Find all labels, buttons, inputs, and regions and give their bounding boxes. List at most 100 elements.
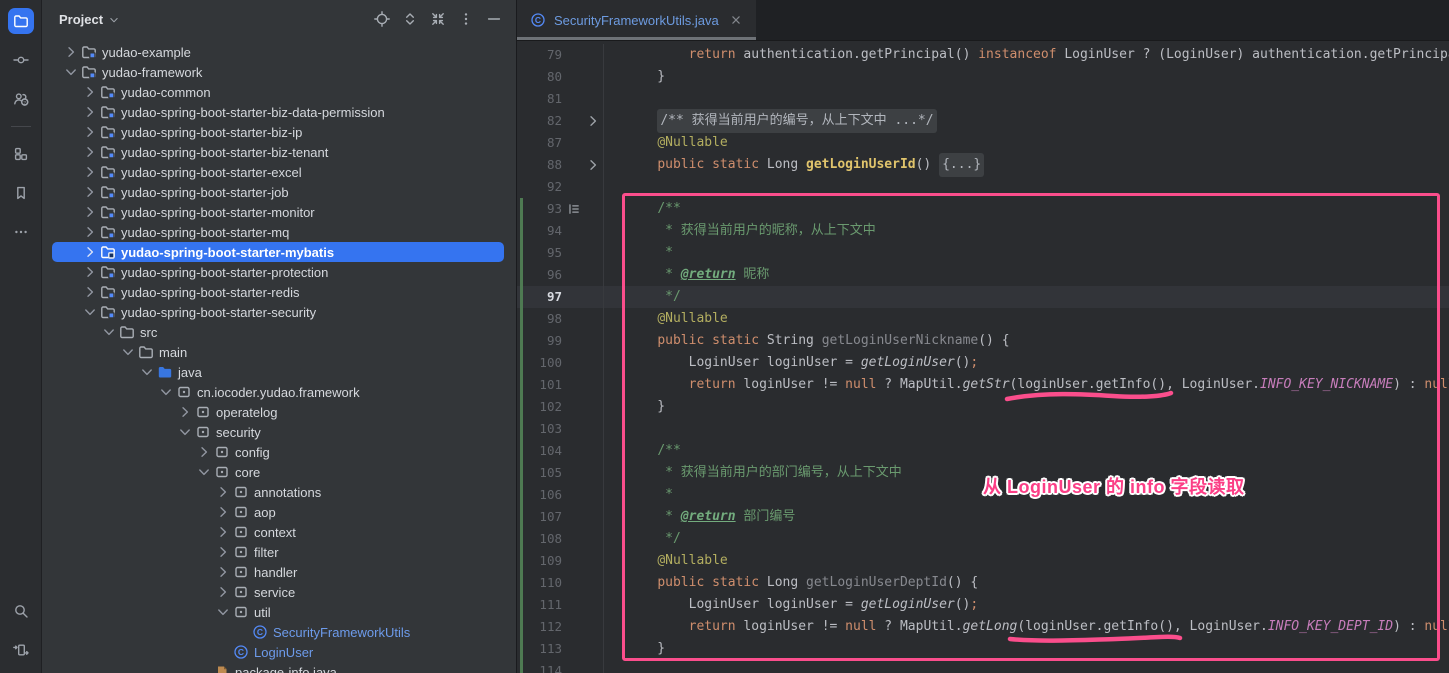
code-line-100[interactable]: 100 LoginUser loginUser = getLoginUser()… xyxy=(517,352,1449,374)
fold-collapsed-icon[interactable] xyxy=(585,113,601,129)
line-number[interactable]: 81 xyxy=(525,88,562,110)
chevron-down-icon[interactable] xyxy=(119,344,137,360)
line-number[interactable]: 79 xyxy=(525,44,562,66)
tool-window-button[interactable] xyxy=(8,637,34,663)
chevron-down-icon[interactable] xyxy=(62,64,80,80)
chevron-right-icon[interactable] xyxy=(81,224,99,240)
line-number[interactable]: 106 xyxy=(525,484,562,506)
code-line-81[interactable]: 81 xyxy=(517,88,1449,110)
code-line-107[interactable]: 107 * @return 部门编号 xyxy=(517,506,1449,528)
gutter-list-icon[interactable] xyxy=(562,202,585,216)
locate-file-icon[interactable] xyxy=(370,7,394,31)
code-line-94[interactable]: 94 * 获得当前用户的昵称，从上下文中 xyxy=(517,220,1449,242)
chevron-right-icon[interactable] xyxy=(81,144,99,160)
tree-item-yudao-spring-boot-starter-biz-tenant[interactable]: yudao-spring-boot-starter-biz-tenant xyxy=(42,142,516,162)
tree-item-yudao-framework[interactable]: yudao-framework xyxy=(42,62,516,82)
line-number[interactable]: 105 xyxy=(525,462,562,484)
line-number[interactable]: 111 xyxy=(525,594,562,616)
chevron-right-icon[interactable] xyxy=(81,284,99,300)
chevron-down-icon[interactable] xyxy=(157,384,175,400)
line-number[interactable]: 80 xyxy=(525,66,562,88)
chevron-down-icon[interactable] xyxy=(195,464,213,480)
chevron-down-icon[interactable] xyxy=(138,364,156,380)
code-line-97[interactable]: 97 */ xyxy=(517,286,1449,308)
tree-item-aop[interactable]: aop xyxy=(42,502,516,522)
code-line-93[interactable]: 93 /** xyxy=(517,198,1449,220)
chevron-right-icon[interactable] xyxy=(81,184,99,200)
search-button[interactable] xyxy=(8,598,34,624)
chevron-right-icon[interactable] xyxy=(214,544,232,560)
commit-button[interactable] xyxy=(8,47,34,73)
chevron-right-icon[interactable] xyxy=(81,84,99,100)
tree-item-yudao-spring-boot-starter-redis[interactable]: yudao-spring-boot-starter-redis xyxy=(42,282,516,302)
code-line-87[interactable]: 87 @Nullable xyxy=(517,132,1449,154)
code-line-113[interactable]: 113 } xyxy=(517,638,1449,660)
fold-collapsed-icon[interactable] xyxy=(585,157,601,173)
chevron-right-icon[interactable] xyxy=(214,524,232,540)
tree-item-securityframeworkutils[interactable]: CSecurityFrameworkUtils xyxy=(42,622,516,642)
code-editor[interactable]: 79 return authentication.getPrincipal() … xyxy=(517,41,1449,673)
tree-item-yudao-common[interactable]: yudao-common xyxy=(42,82,516,102)
tree-item-loginuser[interactable]: CLoginUser xyxy=(42,642,516,662)
tree-item-yudao-spring-boot-starter-security[interactable]: yudao-spring-boot-starter-security xyxy=(42,302,516,322)
tree-item-security[interactable]: security xyxy=(42,422,516,442)
line-number[interactable]: 98 xyxy=(525,308,562,330)
more-tool-windows-button[interactable] xyxy=(8,219,34,245)
chevron-right-icon[interactable] xyxy=(81,204,99,220)
chevron-down-icon[interactable] xyxy=(214,604,232,620)
line-number[interactable]: 94 xyxy=(525,220,562,242)
line-number[interactable]: 114 xyxy=(525,660,562,673)
tree-item-package-info-java[interactable]: package-info.java xyxy=(42,662,516,673)
tree-item-operatelog[interactable]: operatelog xyxy=(42,402,516,422)
tree-item-yudao-spring-boot-starter-mybatis[interactable]: yudao-spring-boot-starter-mybatis xyxy=(42,242,516,262)
tree-item-handler[interactable]: handler xyxy=(42,562,516,582)
project-button[interactable] xyxy=(8,8,34,34)
chevron-right-icon[interactable] xyxy=(214,564,232,580)
code-line-92[interactable]: 92 xyxy=(517,176,1449,198)
line-number[interactable]: 109 xyxy=(525,550,562,572)
line-number[interactable]: 96 xyxy=(525,264,562,286)
chevron-down-icon[interactable] xyxy=(100,324,118,340)
chevron-down-icon[interactable] xyxy=(108,14,120,26)
tree-item-context[interactable]: context xyxy=(42,522,516,542)
chevron-right-icon[interactable] xyxy=(81,124,99,140)
editor-tab-active[interactable]: C SecurityFrameworkUtils.java xyxy=(517,0,756,40)
code-line-104[interactable]: 104 /** xyxy=(517,440,1449,462)
code-line-102[interactable]: 102 } xyxy=(517,396,1449,418)
chevron-down-icon[interactable] xyxy=(176,424,194,440)
code-line-79[interactable]: 79 return authentication.getPrincipal() … xyxy=(517,44,1449,66)
project-panel-title[interactable]: Project xyxy=(59,12,103,27)
chevron-right-icon[interactable] xyxy=(62,44,80,60)
close-tab-icon[interactable] xyxy=(729,13,743,27)
code-line-110[interactable]: 110 public static Long getLoginUserDeptI… xyxy=(517,572,1449,594)
expand-all-icon[interactable] xyxy=(398,7,422,31)
tree-item-yudao-spring-boot-starter-biz-ip[interactable]: yudao-spring-boot-starter-biz-ip xyxy=(42,122,516,142)
tree-item-service[interactable]: service xyxy=(42,582,516,602)
code-line-82[interactable]: 82 /** 获得当前用户的编号，从上下文中 ...*/ xyxy=(517,110,1449,132)
tree-item-config[interactable]: config xyxy=(42,442,516,462)
code-line-80[interactable]: 80 } xyxy=(517,66,1449,88)
chevron-right-icon[interactable] xyxy=(195,444,213,460)
tree-item-util[interactable]: util xyxy=(42,602,516,622)
tree-item-java[interactable]: java xyxy=(42,362,516,382)
tree-item-yudao-spring-boot-starter-biz-data-permission[interactable]: yudao-spring-boot-starter-biz-data-permi… xyxy=(42,102,516,122)
line-number[interactable]: 107 xyxy=(525,506,562,528)
code-line-108[interactable]: 108 */ xyxy=(517,528,1449,550)
code-line-88[interactable]: 88 public static Long getLoginUserId() {… xyxy=(517,154,1449,176)
line-number[interactable]: 104 xyxy=(525,440,562,462)
tree-item-yudao-spring-boot-starter-mq[interactable]: yudao-spring-boot-starter-mq xyxy=(42,222,516,242)
tree-item-filter[interactable]: filter xyxy=(42,542,516,562)
line-number[interactable]: 103 xyxy=(525,418,562,440)
code-line-99[interactable]: 99 public static String getLoginUserNick… xyxy=(517,330,1449,352)
code-line-111[interactable]: 111 LoginUser loginUser = getLoginUser()… xyxy=(517,594,1449,616)
more-options-icon[interactable] xyxy=(454,7,478,31)
line-number[interactable]: 92 xyxy=(525,176,562,198)
line-number[interactable]: 88 xyxy=(525,154,562,176)
line-number[interactable]: 110 xyxy=(525,572,562,594)
chevron-right-icon[interactable] xyxy=(81,244,99,260)
tree-item-main[interactable]: main xyxy=(42,342,516,362)
line-number[interactable]: 108 xyxy=(525,528,562,550)
collapse-all-icon[interactable] xyxy=(426,7,450,31)
code-line-95[interactable]: 95 * xyxy=(517,242,1449,264)
code-line-101[interactable]: 101 return loginUser != null ? MapUtil.g… xyxy=(517,374,1449,396)
